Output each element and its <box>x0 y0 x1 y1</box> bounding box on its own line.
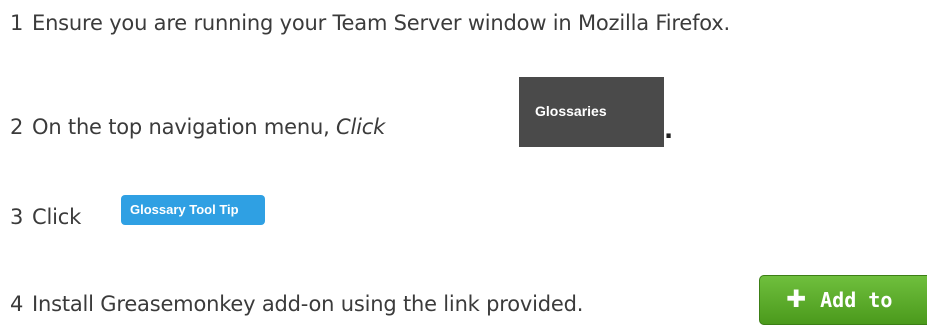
step-text: Click <box>32 205 82 229</box>
step-text-italic: Click <box>336 115 386 139</box>
step-text: On the top navigation menu, Click <box>32 113 385 141</box>
glossary-tool-tip-button[interactable]: Glossary Tool Tip <box>121 195 265 225</box>
step-number: 4 <box>10 292 24 316</box>
plus-icon: ✚ <box>786 285 807 313</box>
glossaries-nav-button[interactable]: Glossaries <box>519 77 664 147</box>
step-text: Install Greasemonkey add-on using the li… <box>32 292 584 316</box>
add-to-label: Add to <box>820 288 893 312</box>
step-number: 1 <box>10 11 24 35</box>
step-text-plain: On the top navigation menu, <box>32 115 337 139</box>
step-number: 3 <box>10 205 24 229</box>
step-text: Ensure you are running your Team Server … <box>32 11 731 35</box>
add-to-firefox-button[interactable]: ✚ Add to <box>759 275 927 325</box>
sentence-period: . <box>664 116 674 144</box>
step-number: 2 <box>10 115 24 139</box>
